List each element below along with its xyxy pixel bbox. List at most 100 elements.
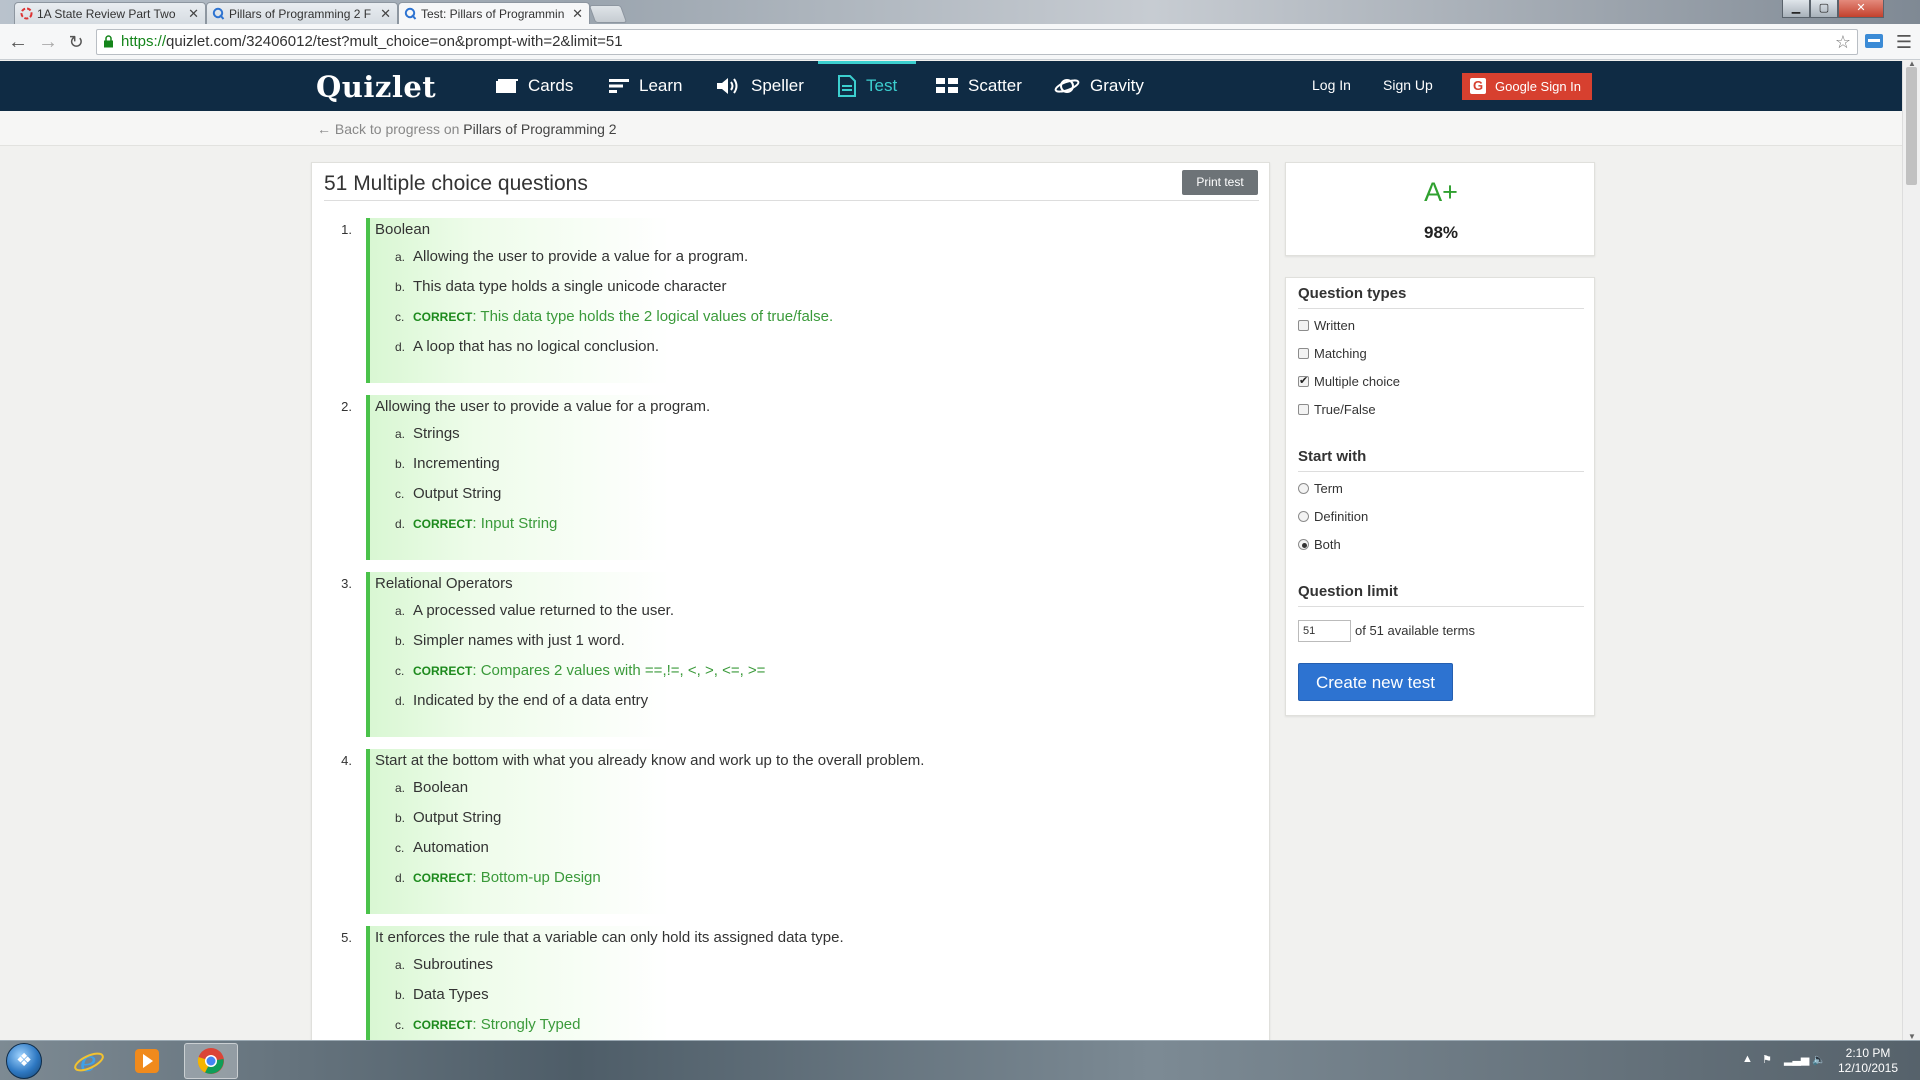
radio-label: Both bbox=[1314, 537, 1341, 552]
nav-scatter[interactable]: Scatter bbox=[936, 61, 1022, 111]
bookmark-star-icon[interactable]: ☆ bbox=[1835, 30, 1851, 54]
address-bar[interactable]: https://quizlet.com/32406012/test?mult_c… bbox=[96, 29, 1858, 55]
radio-term[interactable]: Term bbox=[1298, 481, 1343, 496]
radio-definition[interactable]: Definition bbox=[1298, 509, 1368, 524]
url-text: quizlet.com/32406012/test?mult_choice=on… bbox=[166, 33, 623, 50]
taskbar-internet-explorer[interactable]: e bbox=[62, 1043, 116, 1079]
action-center-flag-icon[interactable]: ⚑ bbox=[1762, 1053, 1772, 1066]
show-hidden-icons-icon[interactable]: ▲ bbox=[1742, 1053, 1753, 1065]
network-signal-icon[interactable]: ▂▃▅ bbox=[1784, 1053, 1809, 1066]
option-letter: c. bbox=[395, 841, 405, 855]
option-letter: a. bbox=[395, 604, 406, 618]
checkbox-true-false[interactable]: True/False bbox=[1298, 402, 1376, 417]
back-to-progress-link[interactable]: ← Back to progress on Pillars of Program… bbox=[317, 121, 617, 137]
taskbar-media-player[interactable] bbox=[120, 1043, 174, 1079]
reload-icon[interactable]: ↻ bbox=[64, 30, 88, 54]
question-item: 3. Relational Operators a. A processed va… bbox=[336, 572, 1236, 737]
nav-learn[interactable]: Learn bbox=[609, 61, 682, 111]
question-prompt: Relational Operators bbox=[375, 575, 513, 592]
checkbox[interactable] bbox=[1298, 348, 1309, 359]
score-percent: 98% bbox=[1423, 223, 1459, 242]
answer-option: b. This data type holds a single unicode … bbox=[395, 278, 727, 295]
browser-tab-title: 1A State Review Part Two bbox=[37, 7, 176, 21]
question-prompt: It enforces the rule that a variable can… bbox=[375, 929, 844, 946]
question-item: 5. It enforces the rule that a variable … bbox=[336, 926, 1236, 1041]
browser-tab-title: Test: Pillars of Programmin bbox=[421, 7, 565, 21]
question-limit-input[interactable]: 51 bbox=[1298, 620, 1351, 642]
google-signin-button[interactable]: G Google Sign In bbox=[1462, 73, 1592, 100]
option-text: Incrementing bbox=[413, 455, 500, 472]
nav-label: Learn bbox=[639, 76, 683, 95]
option-text: A processed value returned to the user. bbox=[413, 602, 674, 619]
option-text: This data type holds the 2 logical value… bbox=[480, 308, 834, 325]
close-tab-icon[interactable]: ✕ bbox=[188, 6, 199, 22]
url-scheme: https:// bbox=[121, 33, 167, 50]
system-clock[interactable]: 2:10 PM 12/10/2015 bbox=[1833, 1046, 1903, 1076]
new-tab-button[interactable] bbox=[588, 5, 628, 23]
checkbox[interactable] bbox=[1298, 320, 1309, 331]
chrome-icon bbox=[197, 1048, 224, 1074]
close-tab-icon[interactable]: ✕ bbox=[572, 6, 583, 22]
site-header: Quizlet Cards Learn Speller Test Scatter… bbox=[0, 61, 1902, 111]
signup-link[interactable]: Sign Up bbox=[1383, 77, 1433, 93]
browser-tab-2[interactable]: Pillars of Programming 2 F ✕ bbox=[206, 2, 398, 24]
divider bbox=[1298, 308, 1584, 309]
back-arrow-icon[interactable]: ← bbox=[6, 30, 30, 54]
nav-test[interactable]: Test bbox=[838, 61, 897, 111]
answer-option: d. A loop that has no logical conclusion. bbox=[395, 338, 659, 355]
checkbox-checked[interactable] bbox=[1298, 374, 1309, 387]
close-icon: ✕ bbox=[1856, 2, 1866, 14]
option-letter: d. bbox=[395, 340, 406, 354]
radio-button[interactable] bbox=[1298, 511, 1309, 522]
nav-gravity[interactable]: Gravity bbox=[1054, 61, 1144, 111]
question-prompt: Allowing the user to provide a value for… bbox=[375, 398, 711, 415]
option-letter: b. bbox=[395, 988, 406, 1002]
clock-time: 2:10 PM bbox=[1845, 1046, 1891, 1060]
option-letter: c. bbox=[395, 310, 405, 324]
print-test-button[interactable]: Print test bbox=[1182, 170, 1258, 195]
menu-icon[interactable]: ☰ bbox=[1892, 30, 1916, 54]
radio-both[interactable]: Both bbox=[1298, 537, 1341, 552]
login-link[interactable]: Log In bbox=[1312, 77, 1351, 93]
close-tab-icon[interactable]: ✕ bbox=[380, 6, 391, 22]
quizlet-logo[interactable]: Quizlet bbox=[316, 70, 436, 104]
set-name-link[interactable]: Pillars of Programming 2 bbox=[463, 121, 616, 137]
page-scrollbar[interactable]: ▲ ▼ bbox=[1902, 59, 1920, 1041]
correct-label: CORRECT bbox=[413, 871, 473, 885]
checkbox-multiple-choice[interactable]: Multiple choice bbox=[1298, 374, 1400, 389]
nav-label: Scatter bbox=[968, 76, 1022, 95]
option-text: Allowing the user to provide a value for… bbox=[413, 248, 749, 265]
volume-icon[interactable]: 🔈 bbox=[1812, 1053, 1826, 1066]
checkbox-matching[interactable]: Matching bbox=[1298, 346, 1367, 361]
google-g-icon: G bbox=[1470, 78, 1486, 94]
nav-cards[interactable]: Cards bbox=[496, 61, 573, 111]
nav-speller[interactable]: Speller bbox=[717, 61, 804, 111]
create-new-test-button[interactable]: Create new test bbox=[1298, 663, 1453, 701]
sub-navigation-bar: ← Back to progress on Pillars of Program… bbox=[0, 111, 1902, 146]
browser-tab-3[interactable]: Test: Pillars of Programmin ✕ bbox=[398, 2, 590, 24]
close-window-button[interactable]: ✕ bbox=[1838, 0, 1884, 18]
option-letter: b. bbox=[395, 634, 406, 648]
extension-icon[interactable] bbox=[1864, 32, 1884, 50]
option-letter: c. bbox=[395, 1018, 405, 1032]
checkbox-written[interactable]: Written bbox=[1298, 318, 1355, 333]
browser-tab-1[interactable]: 1A State Review Part Two ✕ bbox=[14, 2, 206, 24]
nav-label: Speller bbox=[751, 76, 804, 95]
planet-icon bbox=[1054, 79, 1080, 93]
test-title: 51 Multiple choice questions bbox=[324, 172, 588, 195]
radio-button[interactable] bbox=[1298, 483, 1309, 494]
taskbar-chrome[interactable] bbox=[184, 1043, 238, 1079]
scrollbar-thumb[interactable] bbox=[1906, 67, 1917, 185]
start-button[interactable]: ❖ bbox=[6, 1043, 42, 1079]
question-item: 1. Boolean a. Allowing the user to provid… bbox=[336, 218, 1236, 383]
radio-button-selected[interactable] bbox=[1298, 539, 1309, 550]
checkbox[interactable] bbox=[1298, 404, 1309, 415]
maximize-button[interactable]: ▢ bbox=[1810, 0, 1838, 18]
option-letter: c. bbox=[395, 487, 405, 501]
question-number: 2. bbox=[341, 399, 352, 414]
option-letter: a. bbox=[395, 250, 406, 264]
minimize-button[interactable]: ▁ bbox=[1782, 0, 1810, 18]
forward-arrow-icon[interactable]: → bbox=[36, 30, 60, 54]
svg-text:e: e bbox=[80, 1045, 97, 1078]
loading-icon bbox=[20, 7, 33, 20]
